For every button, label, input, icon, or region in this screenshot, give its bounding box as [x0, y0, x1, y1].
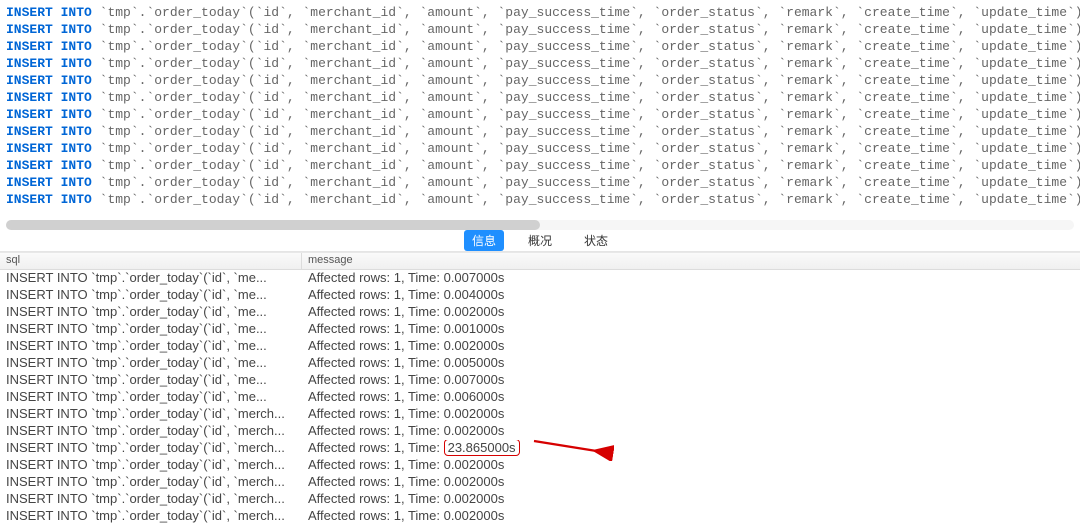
msg-time: 0.007000s	[444, 372, 505, 387]
sql-line: INSERT INTO `tmp`.`order_today`(`id`, `m…	[6, 72, 1074, 89]
table-row[interactable]: INSERT INTO `tmp`.`order_today`(`id`, `m…	[0, 304, 1080, 321]
table-row[interactable]: INSERT INTO `tmp`.`order_today`(`id`, `m…	[0, 406, 1080, 423]
cell-message: Affected rows: 1, Time: 0.004000s	[302, 287, 1080, 304]
cell-message: Affected rows: 1, Time: 0.002000s	[302, 508, 1080, 525]
msg-prefix: Affected rows: 1, Time:	[308, 321, 444, 336]
msg-prefix: Affected rows: 1, Time:	[308, 508, 444, 523]
cell-message: Affected rows: 1, Time: 0.002000s	[302, 304, 1080, 321]
table-row[interactable]: INSERT INTO `tmp`.`order_today`(`id`, `m…	[0, 338, 1080, 355]
sql-line: INSERT INTO `tmp`.`order_today`(`id`, `m…	[6, 38, 1074, 55]
cell-message: Affected rows: 1, Time: 0.002000s	[302, 491, 1080, 508]
cell-sql: INSERT INTO `tmp`.`order_today`(`id`, `m…	[0, 321, 302, 338]
cell-sql: INSERT INTO `tmp`.`order_today`(`id`, `m…	[0, 491, 302, 508]
cell-message: Affected rows: 1, Time: 0.002000s	[302, 474, 1080, 491]
msg-prefix: Affected rows: 1, Time:	[308, 406, 444, 421]
cell-sql: INSERT INTO `tmp`.`order_today`(`id`, `m…	[0, 474, 302, 491]
table-row[interactable]: INSERT INTO `tmp`.`order_today`(`id`, `m…	[0, 457, 1080, 474]
msg-time: 23.865000s	[444, 440, 520, 456]
msg-prefix: Affected rows: 1, Time:	[308, 338, 444, 353]
msg-time: 0.002000s	[444, 406, 505, 421]
tab-2[interactable]: 状态	[576, 230, 616, 251]
sql-editor-pane: INSERT INTO `tmp`.`order_today`(`id`, `m…	[0, 0, 1080, 218]
sql-line: INSERT INTO `tmp`.`order_today`(`id`, `m…	[6, 89, 1074, 106]
sql-line: INSERT INTO `tmp`.`order_today`(`id`, `m…	[6, 157, 1074, 174]
table-row[interactable]: INSERT INTO `tmp`.`order_today`(`id`, `m…	[0, 372, 1080, 389]
tab-1[interactable]: 概况	[520, 230, 560, 251]
cell-sql: INSERT INTO `tmp`.`order_today`(`id`, `m…	[0, 287, 302, 304]
sql-line: INSERT INTO `tmp`.`order_today`(`id`, `m…	[6, 4, 1074, 21]
cell-sql: INSERT INTO `tmp`.`order_today`(`id`, `m…	[0, 406, 302, 423]
cell-sql: INSERT INTO `tmp`.`order_today`(`id`, `m…	[0, 338, 302, 355]
msg-time: 0.005000s	[444, 355, 505, 370]
msg-time: 0.004000s	[444, 287, 505, 302]
cell-sql: INSERT INTO `tmp`.`order_today`(`id`, `m…	[0, 457, 302, 474]
table-row[interactable]: INSERT INTO `tmp`.`order_today`(`id`, `m…	[0, 508, 1080, 525]
sql-line: INSERT INTO `tmp`.`order_today`(`id`, `m…	[6, 21, 1074, 38]
table-row[interactable]: INSERT INTO `tmp`.`order_today`(`id`, `m…	[0, 491, 1080, 508]
msg-prefix: Affected rows: 1, Time:	[308, 389, 444, 404]
result-tab-bar: 信息概况状态	[0, 230, 1080, 252]
cell-sql: INSERT INTO `tmp`.`order_today`(`id`, `m…	[0, 355, 302, 372]
horizontal-scrollbar[interactable]	[6, 220, 1074, 230]
result-rows: INSERT INTO `tmp`.`order_today`(`id`, `m…	[0, 270, 1080, 525]
sql-line: INSERT INTO `tmp`.`order_today`(`id`, `m…	[6, 140, 1074, 157]
table-row[interactable]: INSERT INTO `tmp`.`order_today`(`id`, `m…	[0, 440, 1080, 457]
cell-message: Affected rows: 1, Time: 0.002000s	[302, 423, 1080, 440]
msg-prefix: Affected rows: 1, Time:	[308, 287, 444, 302]
msg-prefix: Affected rows: 1, Time:	[308, 440, 444, 455]
msg-prefix: Affected rows: 1, Time:	[308, 270, 444, 285]
msg-prefix: Affected rows: 1, Time:	[308, 457, 444, 472]
table-row[interactable]: INSERT INTO `tmp`.`order_today`(`id`, `m…	[0, 389, 1080, 406]
result-header-row: sql message	[0, 252, 1080, 270]
msg-prefix: Affected rows: 1, Time:	[308, 372, 444, 387]
table-row[interactable]: INSERT INTO `tmp`.`order_today`(`id`, `m…	[0, 321, 1080, 338]
sql-line: INSERT INTO `tmp`.`order_today`(`id`, `m…	[6, 123, 1074, 140]
msg-prefix: Affected rows: 1, Time:	[308, 474, 444, 489]
table-row[interactable]: INSERT INTO `tmp`.`order_today`(`id`, `m…	[0, 474, 1080, 491]
table-row[interactable]: INSERT INTO `tmp`.`order_today`(`id`, `m…	[0, 423, 1080, 440]
cell-sql: INSERT INTO `tmp`.`order_today`(`id`, `m…	[0, 389, 302, 406]
cell-sql: INSERT INTO `tmp`.`order_today`(`id`, `m…	[0, 423, 302, 440]
cell-sql: INSERT INTO `tmp`.`order_today`(`id`, `m…	[0, 372, 302, 389]
msg-time: 0.002000s	[444, 491, 505, 506]
cell-sql: INSERT INTO `tmp`.`order_today`(`id`, `m…	[0, 440, 302, 457]
cell-message: Affected rows: 1, Time: 0.006000s	[302, 389, 1080, 406]
cell-sql: INSERT INTO `tmp`.`order_today`(`id`, `m…	[0, 508, 302, 525]
cell-message: Affected rows: 1, Time: 0.002000s	[302, 406, 1080, 423]
cell-message: Affected rows: 1, Time: 0.002000s	[302, 338, 1080, 355]
msg-time: 0.002000s	[444, 457, 505, 472]
msg-time: 0.002000s	[444, 423, 505, 438]
table-row[interactable]: INSERT INTO `tmp`.`order_today`(`id`, `m…	[0, 287, 1080, 304]
tab-0[interactable]: 信息	[464, 230, 504, 251]
msg-prefix: Affected rows: 1, Time:	[308, 304, 444, 319]
cell-message: Affected rows: 1, Time: 0.005000s	[302, 355, 1080, 372]
msg-prefix: Affected rows: 1, Time:	[308, 355, 444, 370]
header-sql[interactable]: sql	[0, 253, 302, 269]
header-message[interactable]: message	[302, 253, 1080, 269]
msg-time: 0.006000s	[444, 389, 505, 404]
cell-sql: INSERT INTO `tmp`.`order_today`(`id`, `m…	[0, 270, 302, 287]
msg-prefix: Affected rows: 1, Time:	[308, 491, 444, 506]
sql-line: INSERT INTO `tmp`.`order_today`(`id`, `m…	[6, 106, 1074, 123]
scrollbar-thumb[interactable]	[6, 220, 540, 230]
cell-message: Affected rows: 1, Time: 0.001000s	[302, 321, 1080, 338]
cell-message: Affected rows: 1, Time: 23.865000s	[302, 440, 1080, 457]
msg-time: 0.002000s	[444, 508, 505, 523]
table-row[interactable]: INSERT INTO `tmp`.`order_today`(`id`, `m…	[0, 355, 1080, 372]
cell-message: Affected rows: 1, Time: 0.002000s	[302, 457, 1080, 474]
sql-line: INSERT INTO `tmp`.`order_today`(`id`, `m…	[6, 55, 1074, 72]
msg-time: 0.002000s	[444, 304, 505, 319]
msg-time: 0.007000s	[444, 270, 505, 285]
sql-line: INSERT INTO `tmp`.`order_today`(`id`, `m…	[6, 174, 1074, 191]
msg-time: 0.002000s	[444, 474, 505, 489]
msg-time: 0.002000s	[444, 338, 505, 353]
cell-message: Affected rows: 1, Time: 0.007000s	[302, 270, 1080, 287]
table-row[interactable]: INSERT INTO `tmp`.`order_today`(`id`, `m…	[0, 270, 1080, 287]
msg-prefix: Affected rows: 1, Time:	[308, 423, 444, 438]
cell-message: Affected rows: 1, Time: 0.007000s	[302, 372, 1080, 389]
msg-time: 0.001000s	[444, 321, 505, 336]
cell-sql: INSERT INTO `tmp`.`order_today`(`id`, `m…	[0, 304, 302, 321]
sql-line: INSERT INTO `tmp`.`order_today`(`id`, `m…	[6, 191, 1074, 208]
